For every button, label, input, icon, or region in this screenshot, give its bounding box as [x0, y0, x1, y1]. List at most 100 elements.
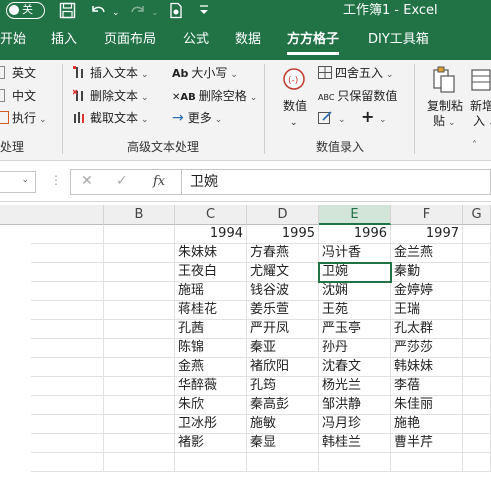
- round-button[interactable]: 四舍五入 ⌄: [318, 65, 394, 83]
- cell[interactable]: [31, 339, 104, 358]
- name-cell[interactable]: 褚影: [175, 434, 247, 453]
- column-header-e[interactable]: E: [319, 205, 391, 225]
- cell[interactable]: [463, 339, 491, 358]
- copy-paste-button[interactable]: 复制粘: [427, 98, 463, 114]
- name-cell[interactable]: 金燕: [175, 358, 247, 377]
- name-box-dropdown-icon[interactable]: ⌄: [21, 175, 29, 185]
- name-cell[interactable]: 杨光兰: [319, 377, 391, 396]
- customize-qat-icon[interactable]: [198, 1, 210, 21]
- cell[interactable]: [463, 453, 491, 472]
- name-cell[interactable]: 王苑: [319, 301, 391, 320]
- tab-page-layout[interactable]: 页面布局: [104, 30, 156, 50]
- remove-spaces-button[interactable]: ✕AB 删除空格 ⌄: [172, 88, 257, 106]
- name-cell[interactable]: 沈娴: [319, 282, 391, 301]
- cell[interactable]: [31, 453, 104, 472]
- name-cell[interactable]: 褚欣阳: [247, 358, 319, 377]
- name-cell[interactable]: 华醉薇: [175, 377, 247, 396]
- name-cell[interactable]: 施瑶: [175, 282, 247, 301]
- redo-icon[interactable]: [129, 2, 147, 23]
- cell[interactable]: [104, 377, 175, 396]
- name-cell[interactable]: 钱谷波: [247, 282, 319, 301]
- english-button[interactable]: 英文: [0, 65, 36, 81]
- year-header-cell[interactable]: 1994: [175, 225, 247, 244]
- cell[interactable]: [104, 453, 175, 472]
- cell[interactable]: [104, 339, 175, 358]
- name-cell[interactable]: 王瑞: [391, 301, 463, 320]
- redo-dropdown-icon[interactable]: ⌄: [151, 4, 159, 22]
- tab-fangfang-gezi[interactable]: 方方格子: [287, 30, 340, 55]
- tab-diy-toolbox[interactable]: DIY工具箱: [368, 30, 429, 50]
- chinese-button[interactable]: 中文: [0, 88, 36, 104]
- formula-input[interactable]: 卫婉: [182, 169, 491, 195]
- clipboard-icon[interactable]: [431, 66, 457, 97]
- cell[interactable]: [104, 263, 175, 282]
- cell[interactable]: [31, 358, 104, 377]
- tab-insert[interactable]: 插入: [51, 30, 77, 50]
- name-cell[interactable]: 姜乐萱: [247, 301, 319, 320]
- tab-data[interactable]: 数据: [235, 30, 261, 50]
- name-cell[interactable]: 邹洪静: [319, 396, 391, 415]
- cell[interactable]: [463, 263, 491, 282]
- undo-icon[interactable]: [89, 2, 107, 23]
- cell[interactable]: [31, 396, 104, 415]
- name-cell[interactable]: 施艳: [391, 415, 463, 434]
- delete-text-button[interactable]: 删除文本 ⌄: [72, 88, 149, 106]
- year-header-cell[interactable]: 1997: [391, 225, 463, 244]
- name-cell[interactable]: 李蓓: [391, 377, 463, 396]
- name-cell[interactable]: 尤耀文: [247, 263, 319, 282]
- name-cell[interactable]: 方春燕: [247, 244, 319, 263]
- tab-home[interactable]: 开始: [0, 30, 26, 50]
- enter-icon[interactable]: ✓: [116, 173, 128, 189]
- cell[interactable]: [463, 320, 491, 339]
- cell[interactable]: [463, 282, 491, 301]
- name-cell[interactable]: 孙丹: [319, 339, 391, 358]
- plus-icon[interactable]: +: [361, 109, 374, 125]
- cell[interactable]: [104, 396, 175, 415]
- new-add-button[interactable]: 新增: [470, 98, 491, 114]
- extract-text-button[interactable]: 截取文本 ⌄: [73, 110, 149, 128]
- name-cell[interactable]: 朱佳丽: [391, 396, 463, 415]
- name-cell[interactable]: 卫冰彤: [175, 415, 247, 434]
- cell[interactable]: [104, 282, 175, 301]
- column-header-d[interactable]: D: [247, 205, 319, 225]
- cell[interactable]: [175, 453, 247, 472]
- name-cell[interactable]: 孔太群: [391, 320, 463, 339]
- cell[interactable]: [31, 415, 104, 434]
- cell[interactable]: [463, 377, 491, 396]
- name-cell[interactable]: 秦亚: [247, 339, 319, 358]
- name-cell[interactable]: 金兰燕: [391, 244, 463, 263]
- execute-button[interactable]: 执行 ⌄: [0, 110, 47, 128]
- cell[interactable]: [104, 320, 175, 339]
- cell[interactable]: [104, 244, 175, 263]
- name-cell[interactable]: 曹半芹: [391, 434, 463, 453]
- cell[interactable]: [31, 301, 104, 320]
- name-cell[interactable]: 冯月珍: [319, 415, 391, 434]
- name-cell[interactable]: 严开凤: [247, 320, 319, 339]
- column-header-g[interactable]: G: [463, 205, 491, 225]
- cell[interactable]: [31, 320, 104, 339]
- new-add-icon[interactable]: [471, 66, 491, 97]
- insert-function-icon[interactable]: fx: [153, 174, 165, 189]
- cell[interactable]: [104, 301, 175, 320]
- collapse-ribbon-icon[interactable]: ˄: [472, 140, 477, 151]
- name-cell[interactable]: 沈春文: [319, 358, 391, 377]
- cancel-icon[interactable]: ✕: [81, 173, 93, 189]
- name-cell[interactable]: 蒋桂花: [175, 301, 247, 320]
- cell[interactable]: [463, 225, 491, 244]
- keep-values-button[interactable]: ABC 只保留数值: [318, 88, 397, 106]
- name-cell[interactable]: 韩桂兰: [319, 434, 391, 453]
- name-cell[interactable]: 韩妹妹: [391, 358, 463, 377]
- number-dropdown-icon[interactable]: ⌄: [290, 115, 298, 131]
- name-cell[interactable]: 陈锦: [175, 339, 247, 358]
- cell[interactable]: [104, 225, 175, 244]
- cell[interactable]: [463, 358, 491, 377]
- cell[interactable]: [31, 434, 104, 453]
- case-button[interactable]: Ab 大小写 ⌄: [172, 65, 238, 83]
- touch-mode-icon[interactable]: [168, 2, 184, 23]
- cell[interactable]: [463, 301, 491, 320]
- undo-dropdown-icon[interactable]: ⌄: [112, 4, 120, 22]
- autosave-toggle[interactable]: 关: [6, 2, 45, 19]
- cell[interactable]: [247, 453, 319, 472]
- name-cell[interactable]: 朱妹妹: [175, 244, 247, 263]
- cell[interactable]: [463, 396, 491, 415]
